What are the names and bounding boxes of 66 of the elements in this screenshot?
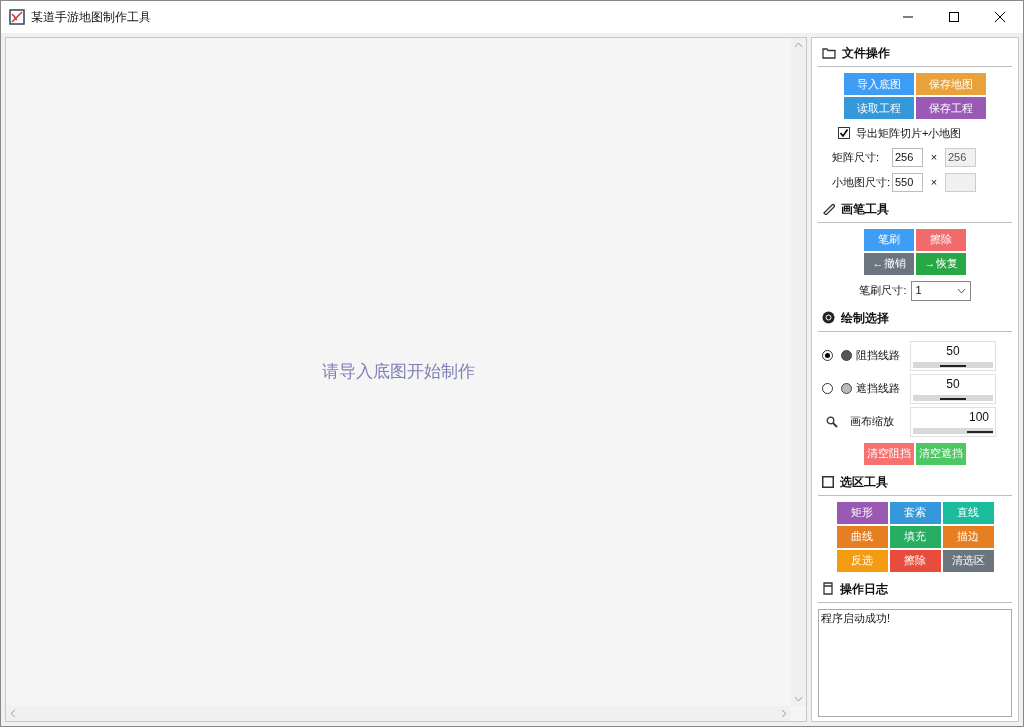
- size-input[interactable]: 550: [892, 172, 923, 192]
- tool-button[interactable]: 套索: [889, 501, 941, 524]
- tool-button[interactable]: 填充: [889, 525, 941, 548]
- layer-label: 阻挡线路: [856, 348, 900, 364]
- slider-thumb[interactable]: [940, 396, 966, 400]
- tool-button[interactable]: 导入底图: [844, 73, 914, 95]
- value-slider[interactable]: 50: [910, 340, 996, 371]
- tool-button[interactable]: 矩形: [836, 501, 888, 524]
- log-line: 程序启动成功!: [821, 610, 892, 626]
- slider-thumb[interactable]: [967, 429, 993, 433]
- tool-button[interactable]: 擦除: [889, 549, 941, 572]
- tool-button[interactable]: 反选: [836, 549, 888, 572]
- tool-button[interactable]: →恢复: [916, 252, 966, 275]
- scroll-right-icon[interactable]: [781, 709, 787, 718]
- vertical-scrollbar[interactable]: [791, 38, 806, 706]
- radio-button[interactable]: [822, 383, 833, 394]
- tool-button[interactable]: 笔刷: [864, 228, 914, 251]
- tool-button[interactable]: 清选区: [942, 549, 994, 572]
- slider-thumb[interactable]: [940, 363, 966, 367]
- folder-icon: [822, 47, 836, 59]
- scroll-left-icon[interactable]: [10, 709, 16, 718]
- scroll-up-icon[interactable]: [794, 42, 803, 48]
- zoom-label: 画布缩放: [850, 414, 894, 430]
- tool-button[interactable]: 擦除: [916, 228, 966, 251]
- slider-value: 100: [967, 408, 990, 426]
- scroll-icon: [822, 582, 834, 595]
- pen-icon: [822, 202, 835, 215]
- canvas-hint: 请导入底图开始制作: [322, 361, 475, 384]
- tool-button[interactable]: 曲线: [836, 525, 888, 548]
- app-icon: [9, 9, 25, 25]
- section-title: 操作日志: [840, 580, 888, 598]
- tool-button[interactable]: 清空阻挡: [864, 442, 914, 465]
- tool-button[interactable]: 直线: [942, 501, 994, 524]
- checkbox[interactable]: [838, 127, 850, 140]
- tool-button[interactable]: 保存工程: [916, 97, 986, 119]
- layer-label: 遮挡线路: [856, 381, 900, 397]
- size-input[interactable]: 256: [892, 147, 923, 167]
- section-title: 选区工具: [840, 473, 888, 491]
- tool-button[interactable]: ←撤销: [864, 252, 914, 275]
- tool-button[interactable]: 读取工程: [844, 97, 914, 119]
- field-label: 小地图尺寸:: [832, 174, 888, 190]
- value-slider[interactable]: 100: [910, 406, 996, 437]
- brush-size-select[interactable]: 1: [910, 280, 971, 301]
- tool-button[interactable]: 保存地图: [916, 73, 986, 95]
- value-slider[interactable]: 50: [910, 373, 996, 404]
- checkbox-label: 导出矩阵切片+小地图: [856, 126, 962, 141]
- tool-button[interactable]: 清空遮挡: [916, 442, 966, 465]
- tool-button[interactable]: 描边: [942, 525, 994, 548]
- slider-value: 50: [945, 375, 961, 393]
- magnifier-icon: [826, 415, 838, 428]
- section-title: 画笔工具: [841, 200, 889, 218]
- scroll-down-icon[interactable]: [794, 696, 803, 702]
- field-label: 矩阵尺寸:: [832, 149, 881, 165]
- window-title: 某道手游地图制作工具: [31, 9, 151, 26]
- square-icon: [822, 475, 834, 488]
- times-sign: ×: [929, 149, 939, 165]
- radio-button[interactable]: [822, 350, 833, 361]
- slider-value: 50: [945, 342, 961, 360]
- chevron-down-icon: [956, 287, 966, 294]
- close-icon: [995, 12, 1005, 22]
- times-sign: ×: [929, 174, 939, 190]
- section-title: 绘制选择: [841, 309, 889, 327]
- maximize-icon: [949, 12, 959, 22]
- horizontal-scrollbar[interactable]: [6, 706, 791, 721]
- field-label: 笔刷尺寸:: [859, 283, 907, 299]
- section-title: 文件操作: [842, 45, 890, 62]
